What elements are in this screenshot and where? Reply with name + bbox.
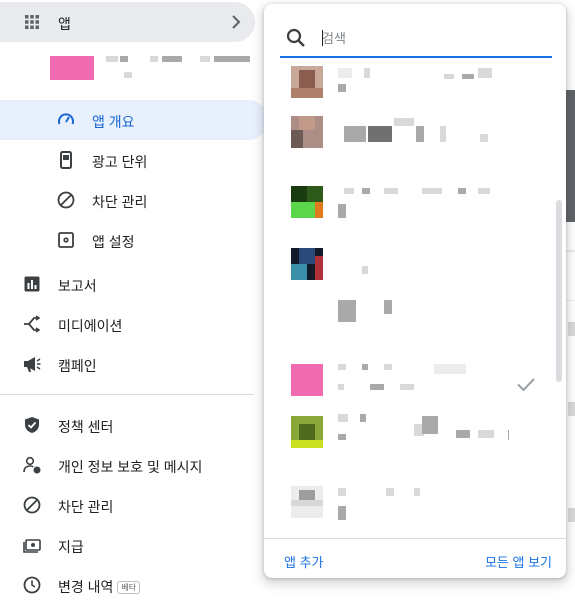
nav-app-settings-label: 앱 설정 xyxy=(92,234,135,250)
app-thumbnail xyxy=(291,248,323,280)
nav-change-history-label: 변경 내역 xyxy=(58,579,114,595)
nav-blocking-controls-label: 차단 관리 xyxy=(58,499,114,515)
app-list-item[interactable] xyxy=(264,62,554,102)
text-caret xyxy=(322,30,323,46)
nav-mediation-label: 미디에이션 xyxy=(58,318,123,334)
background-fragment xyxy=(568,402,575,416)
nav-reports[interactable]: 보고서 xyxy=(0,264,268,304)
bar-chart-icon xyxy=(24,276,40,292)
nav-blocking-controls[interactable]: 차단 관리 xyxy=(0,485,268,525)
app-list-item-selected[interactable] xyxy=(264,360,554,400)
nav-campaigns-label: 캠페인 xyxy=(58,358,97,374)
nav-app-blocking[interactable]: 차단 관리 xyxy=(0,180,268,220)
nav-app-settings[interactable]: 앱 설정 xyxy=(0,220,268,260)
selected-check-icon xyxy=(517,378,535,392)
apps-label: 앱 xyxy=(58,16,71,32)
background-fragment xyxy=(568,322,575,336)
search-icon xyxy=(286,28,305,47)
payments-icon xyxy=(23,539,41,553)
app-thumbnail xyxy=(291,186,323,218)
nav-campaigns[interactable]: 캠페인 xyxy=(0,344,268,384)
nav-app-overview[interactable]: 앱 개요 xyxy=(0,100,268,140)
nav-privacy-messaging[interactable]: 개인 정보 보호 및 메시지 xyxy=(0,445,268,485)
app-thumbnail xyxy=(291,416,323,448)
current-app-identity xyxy=(50,56,260,84)
nav-privacy-messaging-label: 개인 정보 보호 및 메시지 xyxy=(58,459,203,475)
popup-footer: 앱 추가 모든 앱 보기 xyxy=(264,538,566,578)
block-icon xyxy=(57,191,75,209)
app-thumbnail xyxy=(291,486,323,518)
nav-ad-units-label: 광고 단위 xyxy=(92,154,148,170)
shield-check-icon xyxy=(25,417,39,433)
background-fragment xyxy=(566,250,575,252)
nav-payments[interactable]: 지급 xyxy=(0,525,268,565)
app-picker-popup: 앱 추가 모든 앱 보기 xyxy=(264,4,566,578)
add-app-button[interactable]: 앱 추가 xyxy=(284,552,324,571)
nav-change-history[interactable]: 변경 내역 베타 xyxy=(0,565,268,605)
app-thumbnail xyxy=(291,116,323,148)
app-thumbnail xyxy=(291,364,323,396)
mediation-icon xyxy=(24,315,41,333)
history-icon xyxy=(23,576,41,594)
nav-reports-label: 보고서 xyxy=(58,278,97,294)
list-scrollbar[interactable] xyxy=(556,200,562,382)
app-search-box xyxy=(280,22,552,58)
nav-app-overview-label: 앱 개요 xyxy=(92,114,135,130)
view-all-apps-button[interactable]: 모든 앱 보기 xyxy=(485,552,552,571)
nav-mediation[interactable]: 미디에이션 xyxy=(0,304,268,344)
sidebar: 앱 앱 개요 광고 단위 차단 관리 앱 설정 보고서 미디에이션 캠페인 정책… xyxy=(0,0,268,595)
nav-payments-label: 지급 xyxy=(58,539,84,555)
app-list-item[interactable] xyxy=(264,408,554,458)
block-icon xyxy=(23,496,41,514)
nav-policy-center[interactable]: 정책 센터 xyxy=(0,405,268,445)
sidebar-divider xyxy=(0,394,254,395)
app-list-item[interactable] xyxy=(264,242,554,322)
background-fragment xyxy=(566,300,575,301)
app-search-input[interactable] xyxy=(322,26,542,50)
dashboard-gauge-icon xyxy=(58,113,74,125)
nav-policy-center-label: 정책 센터 xyxy=(58,419,114,435)
background-fragment xyxy=(568,508,575,522)
person-privacy-icon xyxy=(23,456,41,474)
nav-app-blocking-label: 차단 관리 xyxy=(92,194,148,210)
settings-box-icon xyxy=(58,232,74,248)
campaign-megaphone-icon xyxy=(24,357,41,372)
apps-menu-button[interactable]: 앱 xyxy=(0,2,255,42)
app-list-item[interactable] xyxy=(264,180,554,230)
ad-unit-phone-icon xyxy=(60,151,72,169)
app-list xyxy=(264,62,566,524)
nav-change-history-text: 변경 내역 베타 xyxy=(58,577,141,597)
beta-badge: 베타 xyxy=(117,581,141,594)
app-list-item[interactable] xyxy=(264,110,554,166)
app-thumbnail xyxy=(291,66,323,98)
current-app-thumbnail xyxy=(50,56,94,80)
background-dark-panel xyxy=(566,90,575,222)
nav-ad-units[interactable]: 광고 단위 xyxy=(0,140,268,180)
apps-grid-icon xyxy=(25,15,39,29)
app-list-item[interactable] xyxy=(264,482,554,524)
chevron-right-icon xyxy=(232,15,241,29)
